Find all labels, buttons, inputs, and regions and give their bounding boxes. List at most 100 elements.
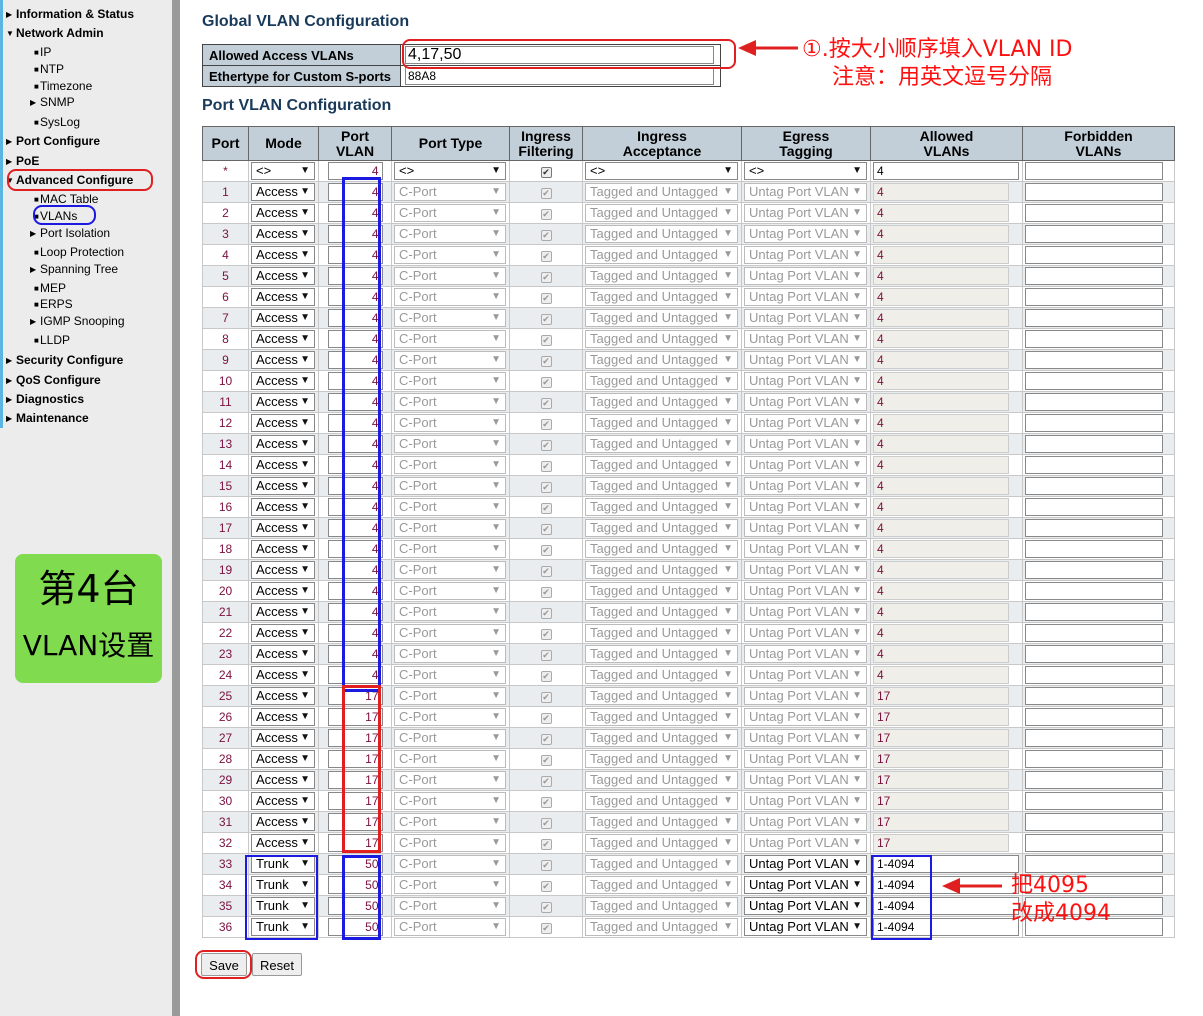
port-vlan-input[interactable]: 17 — [327, 771, 383, 789]
port-vlan-input[interactable]: 4 — [327, 288, 383, 306]
port-vlan-input[interactable]: 50 — [327, 918, 383, 936]
port-type-select[interactable]: C-Port ▼ — [394, 435, 506, 453]
ingress-acceptance-select[interactable]: Tagged and Untagged ▼ — [585, 792, 738, 810]
port-type-select[interactable]: C-Port ▼ — [394, 267, 506, 285]
mode-select[interactable]: Access ▼ — [251, 624, 315, 642]
ingress-filtering-checkbox[interactable]: ✔ — [540, 754, 552, 766]
port-vlan-input[interactable]: 17 — [327, 729, 383, 747]
ingress-filtering-checkbox[interactable]: ✔ — [540, 439, 552, 451]
egress-tagging-select[interactable]: Untag Port VLAN ▼ — [744, 498, 867, 516]
ingress-filtering-checkbox[interactable]: ✔ — [540, 607, 552, 619]
port-type-select[interactable]: C-Port ▼ — [394, 792, 506, 810]
allowed-vlans-input[interactable]: 4 — [873, 162, 1019, 180]
forbidden-vlans-input[interactable] — [1025, 267, 1163, 285]
mode-select[interactable]: Access ▼ — [251, 435, 315, 453]
port-type-select[interactable]: C-Port ▼ — [394, 540, 506, 558]
port-vlan-input[interactable]: 4 — [327, 645, 383, 663]
port-type-select[interactable]: C-Port ▼ — [394, 855, 506, 873]
egress-tagging-select[interactable]: Untag Port VLAN ▼ — [744, 519, 867, 537]
sidebar-item[interactable]: ▶ IGMP Snooping — [30, 314, 125, 329]
mode-select[interactable]: Access ▼ — [251, 477, 315, 495]
egress-tagging-select[interactable]: Untag Port VLAN ▼ — [744, 288, 867, 306]
port-vlan-input[interactable]: 4 — [327, 477, 383, 495]
sidebar-item[interactable]: ▶ Information & Status — [6, 7, 134, 22]
allowed-vlans-input[interactable]: 4 — [873, 561, 1009, 579]
ingress-acceptance-select[interactable]: Tagged and Untagged ▼ — [585, 603, 738, 621]
ingress-acceptance-select[interactable]: Tagged and Untagged ▼ — [585, 813, 738, 831]
ingress-acceptance-select[interactable]: Tagged and Untagged ▼ — [585, 267, 738, 285]
forbidden-vlans-input[interactable] — [1025, 624, 1163, 642]
ingress-acceptance-select[interactable]: Tagged and Untagged ▼ — [585, 729, 738, 747]
ingress-filtering-checkbox[interactable]: ✔ — [540, 166, 552, 178]
port-type-select[interactable]: C-Port ▼ — [394, 645, 506, 663]
allowed-vlans-input[interactable]: 4 — [873, 582, 1009, 600]
allowed-vlans-input[interactable]: 4 — [873, 225, 1009, 243]
port-type-select[interactable]: C-Port ▼ — [394, 393, 506, 411]
port-type-select[interactable]: C-Port ▼ — [394, 687, 506, 705]
forbidden-vlans-input[interactable] — [1025, 246, 1163, 264]
ingress-acceptance-select[interactable]: Tagged and Untagged ▼ — [585, 435, 738, 453]
egress-tagging-select[interactable]: Untag Port VLAN ▼ — [744, 666, 867, 684]
forbidden-vlans-input[interactable] — [1025, 225, 1163, 243]
mode-select[interactable]: Access ▼ — [251, 267, 315, 285]
port-type-select[interactable]: C-Port ▼ — [394, 729, 506, 747]
port-type-select[interactable]: C-Port ▼ — [394, 288, 506, 306]
egress-tagging-select[interactable]: Untag Port VLAN ▼ — [744, 456, 867, 474]
ingress-filtering-checkbox[interactable]: ✔ — [540, 712, 552, 724]
sidebar-item[interactable]: ■Timezone — [34, 79, 92, 94]
port-type-select[interactable]: C-Port ▼ — [394, 246, 506, 264]
allowed-vlans-input[interactable]: 17 — [873, 792, 1009, 810]
forbidden-vlans-input[interactable] — [1025, 540, 1163, 558]
port-type-select[interactable]: C-Port ▼ — [394, 771, 506, 789]
port-vlan-input[interactable]: 4 — [327, 561, 383, 579]
mode-select[interactable]: Access ▼ — [251, 288, 315, 306]
egress-tagging-select[interactable]: Untag Port VLAN ▼ — [744, 372, 867, 390]
sidebar-item[interactable]: ■MEP — [34, 281, 66, 296]
port-vlan-input[interactable]: 4 — [327, 666, 383, 684]
forbidden-vlans-input[interactable] — [1025, 393, 1163, 411]
port-vlan-input[interactable]: 4 — [327, 372, 383, 390]
port-vlan-input[interactable]: 17 — [327, 687, 383, 705]
sidebar-item[interactable]: ▶ QoS Configure — [6, 373, 101, 388]
ethertype-input[interactable] — [405, 67, 714, 85]
port-type-select[interactable]: C-Port ▼ — [394, 477, 506, 495]
port-vlan-input[interactable]: 4 — [327, 351, 383, 369]
port-vlan-input[interactable]: 4 — [327, 267, 383, 285]
port-type-select[interactable]: C-Port ▼ — [394, 372, 506, 390]
allowed-vlans-input[interactable]: 17 — [873, 729, 1009, 747]
egress-tagging-select[interactable]: Untag Port VLAN ▼ — [744, 897, 867, 915]
forbidden-vlans-input[interactable] — [1025, 603, 1163, 621]
allowed-vlans-input[interactable]: 4 — [873, 204, 1009, 222]
forbidden-vlans-input[interactable] — [1025, 561, 1163, 579]
mode-select[interactable]: Access ▼ — [251, 750, 315, 768]
sidebar-item[interactable]: ■LLDP — [34, 333, 70, 348]
ingress-filtering-checkbox[interactable]: ✔ — [540, 544, 552, 556]
port-vlan-input[interactable]: 4 — [327, 183, 383, 201]
ingress-filtering-checkbox[interactable]: ✔ — [540, 187, 552, 199]
egress-tagging-select[interactable]: Untag Port VLAN ▼ — [744, 582, 867, 600]
port-vlan-input[interactable]: 4 — [327, 498, 383, 516]
port-type-select[interactable]: C-Port ▼ — [394, 519, 506, 537]
sidebar-item[interactable]: ■IP — [34, 45, 51, 60]
ingress-acceptance-select[interactable]: Tagged and Untagged ▼ — [585, 897, 738, 915]
ingress-acceptance-select[interactable]: Tagged and Untagged ▼ — [585, 645, 738, 663]
ingress-filtering-checkbox[interactable]: ✔ — [540, 796, 552, 808]
port-vlan-input[interactable]: 4 — [327, 246, 383, 264]
allowed-vlans-input[interactable]: 4 — [873, 393, 1009, 411]
mode-select[interactable]: Access ▼ — [251, 225, 315, 243]
ingress-filtering-checkbox[interactable]: ✔ — [540, 481, 552, 493]
sidebar-item[interactable]: ■VLANs — [34, 209, 77, 224]
mode-select[interactable]: Access ▼ — [251, 330, 315, 348]
egress-tagging-select[interactable]: Untag Port VLAN ▼ — [744, 477, 867, 495]
port-type-select[interactable]: C-Port ▼ — [394, 603, 506, 621]
egress-tagging-select[interactable]: Untag Port VLAN ▼ — [744, 330, 867, 348]
sidebar-item[interactable]: ■MAC Table — [34, 192, 98, 207]
allowed-vlans-input[interactable]: 17 — [873, 771, 1009, 789]
allowed-vlans-input[interactable]: 1-4094 — [873, 897, 1019, 915]
port-type-select[interactable]: C-Port ▼ — [394, 330, 506, 348]
port-vlan-input[interactable]: 17 — [327, 708, 383, 726]
ingress-filtering-checkbox[interactable]: ✔ — [540, 355, 552, 367]
mode-select[interactable]: Access ▼ — [251, 204, 315, 222]
allowed-vlans-input[interactable]: 4 — [873, 372, 1009, 390]
sidebar-item[interactable]: ▶ PoE — [6, 154, 39, 169]
